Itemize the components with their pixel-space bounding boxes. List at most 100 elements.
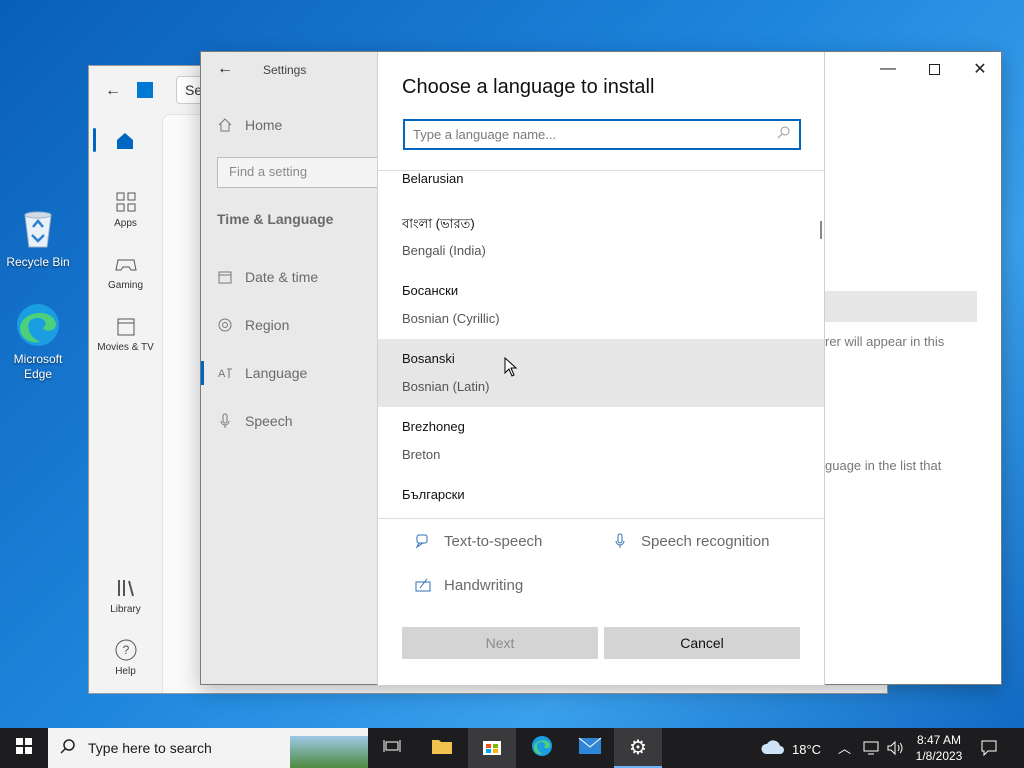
dialog-title: Choose a language to install bbox=[402, 76, 655, 98]
language-english-name: Bosnian (Latin) bbox=[402, 379, 490, 394]
store-rail: ← Apps Gaming Movies & TV Library ? Help bbox=[89, 66, 162, 693]
language-search-field[interactable] bbox=[403, 119, 801, 150]
chevron-up-icon[interactable]: ︿ bbox=[838, 738, 851, 757]
scrollbar-thumb[interactable] bbox=[820, 221, 822, 239]
mouse-cursor-icon bbox=[504, 356, 518, 382]
rail-library-label: Library bbox=[110, 604, 141, 615]
search-icon bbox=[60, 738, 76, 759]
edge-taskbar-button[interactable] bbox=[518, 728, 566, 768]
microphone-icon bbox=[217, 413, 233, 429]
taskbar-search-placeholder: Type here to search bbox=[88, 740, 212, 756]
settings-back-icon[interactable]: ← bbox=[217, 60, 233, 78]
store-home-icon[interactable] bbox=[114, 130, 136, 157]
clock-date: 1/8/2023 bbox=[915, 749, 963, 763]
list-item[interactable]: Bosanski Bosnian (Latin) bbox=[378, 339, 824, 407]
nav-region[interactable]: Region bbox=[217, 317, 289, 333]
nav-home[interactable]: Home bbox=[217, 117, 282, 133]
maximize-button[interactable] bbox=[911, 52, 957, 86]
taskbar-search-box[interactable]: Type here to search bbox=[48, 728, 368, 768]
language-native-name: Belarusian bbox=[402, 171, 464, 186]
language-native-name: Босански bbox=[402, 283, 459, 298]
rail-gaming-label: Gaming bbox=[107, 280, 143, 291]
store-taskbar-button[interactable] bbox=[468, 728, 516, 768]
notification-icon bbox=[980, 740, 998, 761]
edge-icon bbox=[531, 735, 553, 762]
list-item[interactable]: Belarusian bbox=[378, 171, 824, 199]
nav-home-label: Home bbox=[245, 117, 283, 133]
minimize-icon: — bbox=[880, 60, 896, 77]
nav-language[interactable]: A Language bbox=[217, 365, 307, 381]
store-back-icon[interactable]: ← bbox=[105, 82, 121, 100]
search-icon bbox=[777, 125, 791, 144]
rail-library[interactable]: Library bbox=[89, 576, 162, 615]
store-icon bbox=[482, 736, 502, 761]
list-item[interactable]: Босански Bosnian (Cyrillic) bbox=[378, 271, 824, 339]
clock-time: 8:47 AM bbox=[916, 733, 962, 747]
weather-widget[interactable]: 18°C bbox=[760, 738, 821, 761]
store-logo-icon bbox=[137, 82, 153, 98]
speech-recognition-icon bbox=[611, 532, 629, 550]
language-search-input[interactable] bbox=[413, 127, 777, 142]
feature-speech: Speech recognition bbox=[611, 532, 769, 550]
movies-icon bbox=[114, 314, 138, 338]
cancel-button[interactable]: Cancel bbox=[604, 627, 800, 659]
rail-movies[interactable]: Movies & TV bbox=[89, 314, 162, 353]
find-setting-input[interactable]: Find a setting bbox=[217, 157, 387, 188]
task-view-icon bbox=[383, 738, 401, 759]
globe-icon bbox=[217, 317, 233, 333]
network-icon[interactable] bbox=[862, 740, 880, 761]
feature-handwriting-label: Handwriting bbox=[444, 576, 524, 594]
library-icon bbox=[114, 576, 138, 600]
weather-temp: 18°C bbox=[792, 742, 822, 757]
rail-apps[interactable]: Apps bbox=[89, 190, 162, 229]
rail-help[interactable]: ? Help bbox=[89, 638, 162, 677]
language-list[interactable]: Belarusian বাংলা (ভারত) Bengali (India) … bbox=[378, 170, 824, 519]
gamepad-icon bbox=[114, 252, 138, 276]
close-button[interactable]: ✕ bbox=[957, 52, 1003, 86]
feature-tts-label: Text-to-speech bbox=[444, 532, 543, 550]
calendar-icon bbox=[217, 269, 233, 285]
clock[interactable]: 8:47 AM 1/8/2023 bbox=[912, 732, 966, 764]
nav-section-title: Time & Language bbox=[217, 211, 334, 227]
list-item[interactable]: Български bbox=[378, 475, 824, 518]
nav-speech-label: Speech bbox=[245, 413, 293, 429]
start-button[interactable] bbox=[0, 728, 48, 768]
search-highlight-image bbox=[290, 736, 368, 768]
close-icon: ✕ bbox=[973, 61, 987, 78]
list-item[interactable]: Brezhoneg Breton bbox=[378, 407, 824, 475]
settings-nav: ← Settings Home Find a setting Time & La… bbox=[201, 52, 387, 684]
rail-gaming[interactable]: Gaming bbox=[89, 252, 162, 291]
next-button[interactable]: Next bbox=[402, 627, 598, 659]
text-to-speech-icon bbox=[414, 532, 432, 550]
windows-logo-icon bbox=[16, 737, 32, 759]
language-dialog: Choose a language to install Belarusian … bbox=[377, 52, 825, 685]
nav-region-label: Region bbox=[245, 317, 290, 333]
nav-speech[interactable]: Speech bbox=[217, 413, 292, 429]
mail-taskbar-button[interactable] bbox=[566, 728, 614, 768]
nav-date-time[interactable]: Date & time bbox=[217, 269, 318, 285]
task-view-button[interactable] bbox=[368, 728, 416, 768]
language-english-name: Bengali (India) bbox=[402, 243, 486, 258]
recycle-bin-icon bbox=[15, 205, 61, 251]
home-icon bbox=[217, 117, 233, 133]
rail-apps-label: Apps bbox=[114, 218, 137, 229]
settings-title: Settings bbox=[263, 63, 307, 77]
notifications-button[interactable] bbox=[980, 739, 998, 762]
file-explorer-button[interactable] bbox=[418, 728, 466, 768]
help-icon: ? bbox=[114, 638, 138, 662]
mail-icon bbox=[578, 737, 602, 760]
nav-selected-indicator bbox=[201, 361, 204, 385]
settings-taskbar-button[interactable]: ⚙ bbox=[614, 728, 662, 768]
list-item[interactable]: বাংলা (ভারত) Bengali (India) bbox=[378, 203, 824, 271]
edge-icon bbox=[15, 302, 61, 348]
nav-language-label: Language bbox=[245, 365, 308, 381]
feature-handwriting: Handwriting bbox=[414, 576, 523, 594]
recycle-bin-desktop-icon[interactable]: Recycle Bin bbox=[0, 205, 76, 269]
feature-speech-label: Speech recognition bbox=[641, 532, 770, 550]
minimize-button[interactable]: — bbox=[865, 52, 911, 86]
language-english-name: Breton bbox=[402, 447, 441, 462]
home-indicator bbox=[93, 128, 96, 152]
volume-icon[interactable] bbox=[886, 740, 904, 761]
edge-desktop-icon[interactable]: Microsoft Edge bbox=[0, 302, 76, 382]
maximize-icon bbox=[928, 63, 940, 75]
